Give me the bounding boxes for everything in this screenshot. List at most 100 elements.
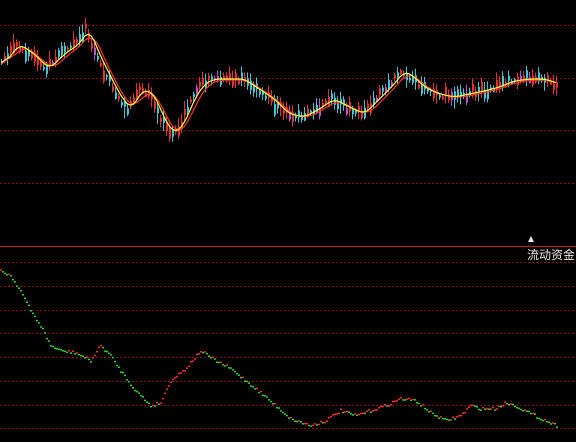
flow-point [546,420,548,423]
flow-point [232,369,234,371]
flow-point [532,412,534,415]
grid-lines [0,25,576,429]
candle-body [337,103,339,110]
flow-point [366,410,368,412]
flow-point [8,273,10,276]
flow-point [52,345,54,348]
flow-point [36,319,38,322]
candle-body [331,93,333,100]
flow-point [118,366,120,368]
flow-point [290,416,292,419]
flow-point [60,348,62,351]
chart-canvas[interactable] [0,0,576,442]
candle-body [121,102,123,106]
candle-body [202,77,204,85]
flow-point [254,388,256,390]
flow-point [72,350,74,352]
flow-point [304,422,306,425]
flow-point [300,421,302,423]
flow-point [376,409,378,411]
flow-point [388,405,390,407]
candle-body [379,88,381,96]
flow-point [2,271,4,273]
flow-point [548,421,550,424]
candle-body [58,50,60,57]
flow-point [528,410,530,413]
flow-point [380,405,382,408]
stock-chart-window[interactable]: 流动资金 [0,0,576,442]
flow-point [450,419,452,421]
flow-point [20,289,22,292]
flow-point [462,412,464,414]
candle-body [103,70,105,82]
flow-point [396,400,398,402]
flow-point [352,414,354,416]
flow-point [378,407,380,409]
flow-point [270,400,272,403]
flow-point [478,408,480,411]
flow-point [432,412,434,415]
flow-point [80,354,82,357]
flow-point [164,392,166,395]
flow-point [24,297,26,299]
flow-point [484,408,486,410]
flow-point [250,385,252,387]
flow-point [194,358,196,360]
flow-point [394,400,396,403]
flow-point [104,350,106,352]
flow-point [198,353,200,355]
candle-body [508,75,510,81]
candle-body [454,91,456,100]
flow-point [348,411,350,413]
candle-body [46,65,48,74]
flow-point [142,396,144,398]
flow-point [156,401,158,404]
flow-point [238,374,240,376]
flow-point [148,402,150,405]
flow-point [176,376,178,378]
indicator-label[interactable]: 流动资金 [527,247,575,263]
flow-point [226,364,228,366]
flow-point [556,426,558,428]
flow-point [100,344,102,347]
flow-point [62,350,64,352]
flow-point [120,371,122,373]
candle-body [481,81,483,91]
candle-body [25,50,27,62]
candle-body [439,95,441,98]
flow-point [360,412,362,415]
flow-point [38,322,40,324]
flow-point [514,405,516,407]
candle-body [418,84,420,89]
candle-body [322,103,324,106]
flow-point [12,278,14,281]
flow-point [212,356,214,358]
flow-point [454,418,456,420]
flow-point [424,407,426,410]
flow-point [208,355,210,357]
flow-point [56,348,58,350]
money-flow-series[interactable] [0,269,558,428]
candle-body [364,107,366,118]
flow-point [150,405,152,408]
flow-point [480,409,482,411]
flow-point [14,281,16,283]
flow-point [438,417,440,419]
flow-point [338,412,340,415]
flow-point [240,376,242,379]
flow-point [392,400,394,403]
flow-point [346,410,348,413]
flow-point [358,413,360,416]
flow-point [256,387,258,390]
candle-body [40,61,42,67]
flow-point [94,354,96,357]
flow-point [162,397,164,400]
flow-point [92,356,94,359]
flow-point [440,416,442,418]
candle-body [253,85,255,93]
flow-point [86,356,88,358]
flow-point [264,395,266,397]
candle-body [118,95,120,100]
candle-body [79,34,81,42]
flow-point [328,417,330,419]
